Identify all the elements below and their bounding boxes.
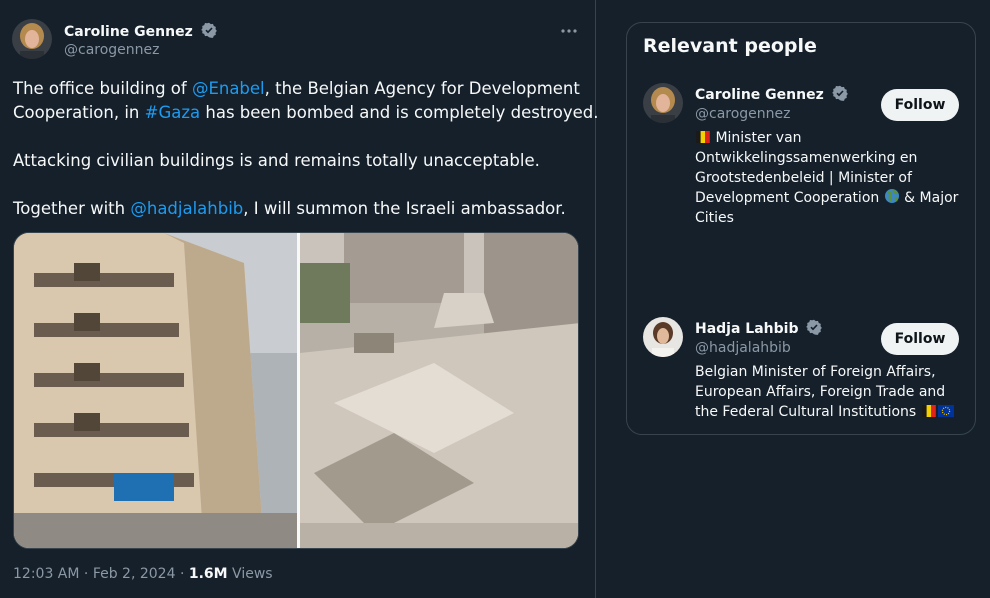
bio-text: & Major <box>899 190 959 206</box>
author-avatar[interactable] <box>12 19 52 59</box>
verified-badge-icon <box>831 85 848 101</box>
belgium-flag-icon <box>921 405 936 417</box>
globe-icon <box>884 189 899 203</box>
building-before-image[interactable] <box>14 233 297 549</box>
eu-flag-icon <box>937 405 954 417</box>
bio-line: Belgian Minister of Foreign Affairs, <box>695 364 936 380</box>
tweet-line: Cooperation, in #Gaza has been bombed an… <box>13 101 598 125</box>
person-name-text[interactable]: Hadja Lahbib <box>695 321 798 337</box>
more-icon[interactable] <box>560 24 578 38</box>
tweet-line: Together with @hadjalahbib, I will summo… <box>13 197 583 221</box>
author-name[interactable]: Caroline Gennez <box>64 22 217 40</box>
person-bio: Minister van Ontwikkelingssamenwerking e… <box>695 128 963 228</box>
meta-separator: · <box>175 566 189 582</box>
bio-text: Development Cooperation <box>695 190 884 206</box>
bio-text: Minister van <box>711 130 802 146</box>
person-bio: Belgian Minister of Foreign Affairs, Eur… <box>695 362 963 422</box>
bio-line: Ontwikkelingssamenwerking en <box>695 150 918 166</box>
relevant-people-panel: Relevant people Caroline Gennez @carogen… <box>626 22 976 435</box>
tweet-line: The office building of @Enabel, the Belg… <box>13 77 583 101</box>
follow-button[interactable]: Follow <box>881 89 959 121</box>
author-name-text[interactable]: Caroline Gennez <box>64 24 193 40</box>
person-avatar[interactable] <box>643 317 683 357</box>
author-handle[interactable]: @carogennez <box>64 42 160 58</box>
tweet-text: The office building of @Enabel, the Belg… <box>13 77 598 221</box>
tweet-date[interactable]: Feb 2, 2024 <box>93 566 176 582</box>
bio-text: the Federal Cultural Institutions <box>695 404 921 420</box>
tweet-column: Caroline Gennez @carogennez The office b… <box>0 0 598 598</box>
bio-line: Minister van <box>695 128 963 148</box>
tweet-text-segment: Cooperation, in <box>13 103 145 122</box>
hashtag-gaza-link[interactable]: #Gaza <box>145 103 201 122</box>
tweet-time[interactable]: 12:03 AM <box>13 566 79 582</box>
bio-line: European Affairs, Foreign Trade and <box>695 384 946 400</box>
mention-hadjalahbib-link[interactable]: @hadjalahbib <box>130 199 243 218</box>
mention-enabel-link[interactable]: @Enabel <box>192 79 265 98</box>
tweet-text-segment: has been bombed and is completely destro… <box>200 103 599 122</box>
verified-badge-icon <box>806 319 823 335</box>
person-avatar[interactable] <box>643 83 683 123</box>
person-name-text[interactable]: Caroline Gennez <box>695 87 824 103</box>
bio-line: Cities <box>695 210 734 226</box>
person-handle[interactable]: @carogennez <box>695 106 791 122</box>
tweet-media[interactable] <box>13 232 579 549</box>
bio-line: Grootstedenbeleid | Minister of <box>695 170 912 186</box>
person-name[interactable]: Caroline Gennez <box>695 85 848 103</box>
views-label: Views <box>227 566 273 582</box>
tweet-text-segment: , the Belgian Agency for Development <box>264 79 580 98</box>
building-destroyed-image[interactable] <box>300 233 579 549</box>
follow-button[interactable]: Follow <box>881 323 959 355</box>
person-handle[interactable]: @hadjalahbib <box>695 340 791 356</box>
tweet-text-segment: Together with <box>13 199 131 218</box>
tweet-metadata: 12:03 AM · Feb 2, 2024 · 1.6M Views <box>13 566 273 582</box>
relevant-people-title: Relevant people <box>643 35 817 57</box>
tweet-text-segment: The office building of <box>13 79 192 98</box>
tweet-line: Attacking civilian buildings is and rema… <box>13 151 540 170</box>
bio-line: Development Cooperation & Major <box>695 188 963 208</box>
person-name[interactable]: Hadja Lahbib <box>695 319 823 337</box>
tweet-text-segment: , I will summon the Israeli ambassador. <box>243 199 566 218</box>
bio-line: the Federal Cultural Institutions <box>695 402 963 422</box>
verified-badge-icon <box>200 22 217 38</box>
meta-separator: · <box>79 566 93 582</box>
belgium-flag-icon <box>696 131 710 143</box>
views-count: 1.6M <box>188 566 228 582</box>
